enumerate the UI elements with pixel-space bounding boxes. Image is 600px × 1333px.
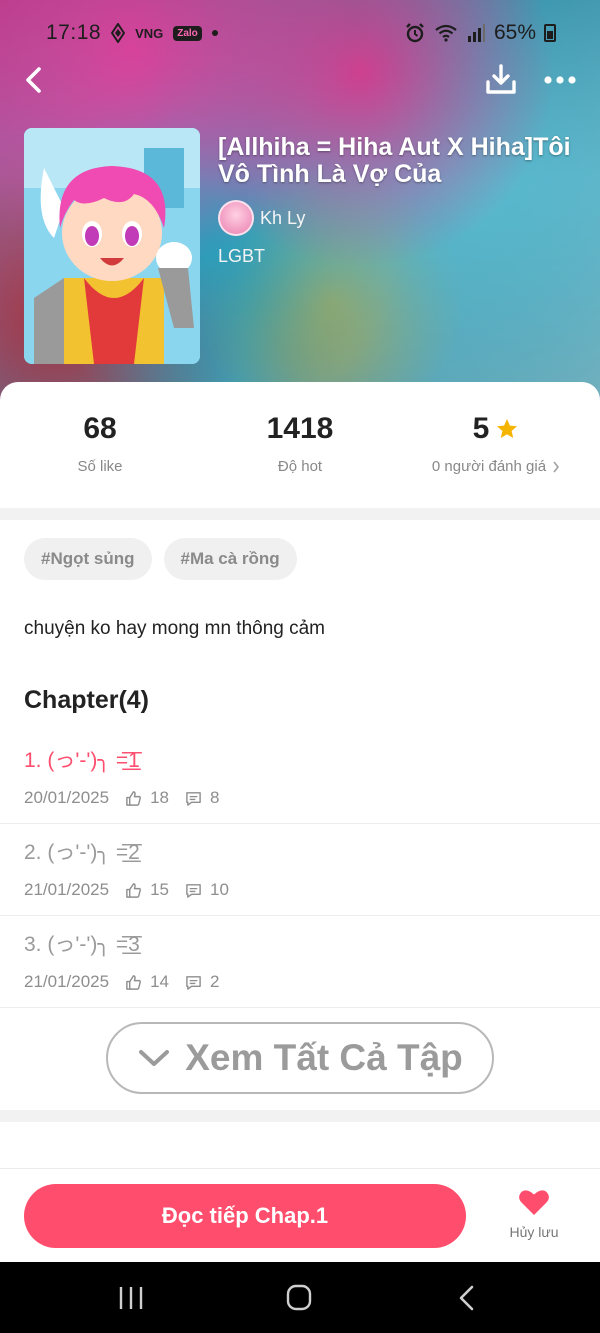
rating-stat[interactable]: 5 0 người đánh giá — [396, 412, 596, 475]
comment-icon — [186, 791, 201, 806]
chapter-likes: 15 — [125, 880, 169, 900]
chevron-down-icon — [139, 1050, 170, 1066]
carrier-label: VNG — [135, 25, 164, 41]
book-title: [Allhiha = Hiha Aut X Hiha]Tôi Vô Tình L… — [218, 133, 571, 188]
chapter-like-count: 15 — [150, 880, 170, 899]
chapter-title: 3. (っ'-')╮ =͟͟͞͞3 — [24, 933, 140, 956]
comment-icon — [186, 883, 201, 898]
app-logo-icon — [111, 23, 126, 43]
divider-line — [0, 1168, 600, 1169]
author-name: Kh Ly — [260, 207, 306, 228]
more-dots-icon — [544, 76, 576, 84]
tag-chip[interactable]: #Ngọt sủng — [24, 538, 152, 580]
bottom-action-bar: Đọc tiếp Chap.1 Hủy lưu — [0, 1170, 600, 1262]
rating-label-row: 0 người đánh giá — [396, 458, 596, 475]
signal-icon — [467, 24, 485, 42]
chapter-meta: 21/01/2025 14 2 — [24, 972, 576, 992]
chapter-like-count: 18 — [150, 788, 170, 807]
view-all-label: Xem Tất Cả Tập — [185, 1037, 463, 1078]
view-all-chapters-button[interactable]: Xem Tất Cả Tập — [106, 1022, 494, 1094]
more-options-button[interactable] — [540, 62, 580, 98]
author-avatar — [218, 200, 254, 236]
star-icon — [497, 419, 518, 438]
author-row[interactable]: Kh Ly — [218, 200, 578, 236]
chapter-meta: 21/01/2025 15 10 — [24, 880, 576, 900]
battery-percentage: 65% — [493, 21, 536, 44]
system-back-button[interactable] — [447, 1284, 487, 1312]
chapter-like-count: 14 — [150, 972, 170, 991]
heart-icon — [519, 1190, 549, 1215]
chevron-left-icon — [26, 67, 41, 93]
book-info: [Allhiha = Hiha Aut X Hiha]Tôi Vô Tình L… — [218, 134, 578, 267]
status-left: 17:18 VNG Zalo — [46, 21, 218, 45]
recent-apps-button[interactable] — [111, 1284, 151, 1312]
detail-sheet: 68 Số like 1418 Độ hot 5 0 người đánh gi… — [0, 382, 600, 1272]
system-nav-bar — [0, 1262, 600, 1333]
back-button[interactable] — [18, 62, 50, 98]
chapter-title: 1. (っ'-')╮ =͟͟͞͞1 — [24, 749, 140, 772]
section-divider — [0, 1110, 600, 1122]
download-icon — [486, 64, 516, 94]
battery-icon — [544, 24, 556, 42]
tag-chip[interactable]: #Ma cà rồng — [163, 538, 297, 580]
comment-icon — [186, 975, 201, 990]
chapter-comment-count: 2 — [210, 972, 220, 991]
recent-apps-icon — [119, 1287, 143, 1309]
likes-stat: 68 Số like — [0, 412, 200, 475]
alarm-icon — [406, 23, 424, 43]
chapter-meta: 20/01/2025 18 8 — [24, 788, 576, 808]
tag-list: #Ngọt sủng #Ma cà rồng — [24, 538, 297, 580]
chevron-right-icon — [553, 461, 560, 472]
rating-value: 5 — [472, 412, 490, 445]
unsave-button[interactable]: Hủy lưu — [496, 1188, 572, 1254]
thumbs-up-icon — [126, 882, 142, 898]
chapter-comment-count: 10 — [210, 880, 229, 899]
unsave-label: Hủy lưu — [509, 1224, 559, 1240]
thumbs-up-icon — [126, 790, 142, 806]
home-icon — [286, 1284, 312, 1311]
chapter-likes: 18 — [125, 788, 169, 808]
genre-label: LGBT — [218, 246, 266, 266]
notification-dot — [211, 30, 218, 36]
thumbs-up-icon — [126, 974, 142, 990]
hot-label: Độ hot — [277, 458, 323, 475]
back-arrow-icon — [459, 1285, 474, 1311]
status-time: 17:18 — [46, 21, 102, 44]
chapter-comment-count: 8 — [210, 788, 220, 807]
chapter-likes: 14 — [125, 972, 169, 992]
status-right: 65% — [404, 21, 556, 45]
likes-value: 68 — [83, 412, 117, 445]
rating-label: 0 người đánh giá — [431, 458, 547, 475]
download-button[interactable] — [484, 62, 518, 98]
zalo-badge: Zalo — [173, 25, 202, 41]
home-button[interactable] — [279, 1284, 319, 1312]
chapter-list: 1. (っ'-')╮ =͟͟͞͞1 20/01/2025 18 8 2. (っ'… — [0, 732, 600, 1008]
chapter-comments: 10 — [185, 880, 229, 900]
wifi-icon — [435, 24, 457, 42]
chapter-date: 21/01/2025 — [24, 880, 110, 899]
chapter-date: 21/01/2025 — [24, 972, 110, 991]
chapter-date: 20/01/2025 — [24, 788, 110, 807]
chapter-comments: 8 — [185, 788, 219, 808]
book-cover[interactable] — [24, 128, 200, 364]
top-nav — [0, 56, 600, 104]
cover-illustration — [24, 128, 200, 364]
chapter-heading: Chapter(4) — [24, 686, 150, 714]
chapter-item[interactable]: 2. (っ'-')╮ =͟͟͞͞2 21/01/2025 15 10 — [0, 824, 600, 916]
chapter-item[interactable]: 1. (っ'-')╮ =͟͟͞͞1 20/01/2025 18 8 — [0, 732, 600, 824]
continue-reading-button[interactable]: Đọc tiếp Chap.1 — [24, 1184, 466, 1248]
chapter-comments: 2 — [185, 972, 219, 992]
section-divider — [0, 508, 600, 520]
stats-row: 68 Số like 1418 Độ hot 5 0 người đánh gi… — [0, 412, 600, 502]
hot-stat: 1418 Độ hot — [200, 412, 400, 475]
likes-label: Số like — [77, 458, 123, 475]
chapter-item[interactable]: 3. (っ'-')╮ =͟͟͞͞3 21/01/2025 14 2 — [0, 916, 600, 1008]
chapter-title: 2. (っ'-')╮ =͟͟͞͞2 — [24, 841, 140, 864]
rating-value-row: 5 — [396, 412, 596, 446]
book-description: chuyện ko hay mong mn thông cảm — [24, 618, 326, 639]
hot-value: 1418 — [266, 412, 334, 445]
